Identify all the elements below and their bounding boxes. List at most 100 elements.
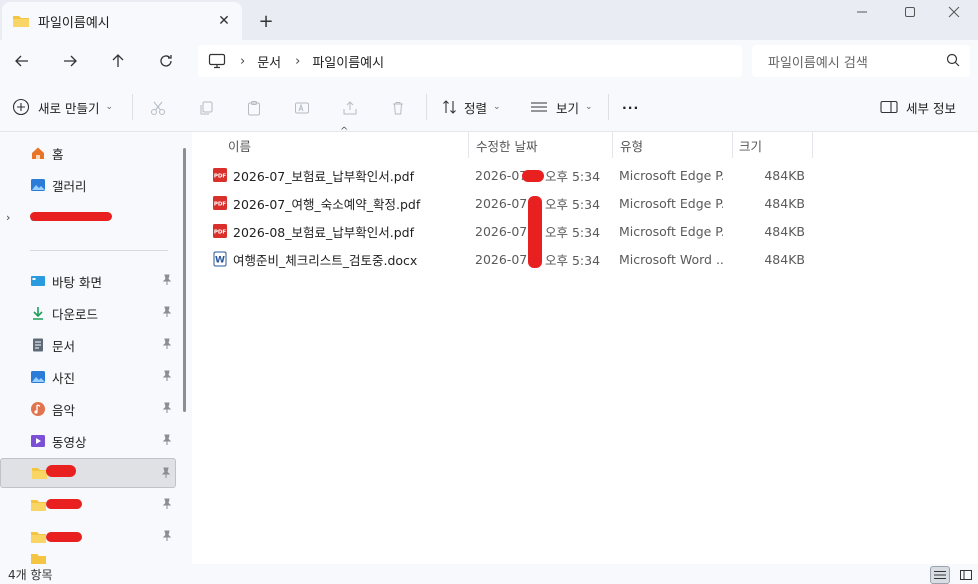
file-type: Microsoft Edge P... [619,195,723,211]
tab-active[interactable]: 파일이름예시 ✕ [2,2,242,40]
folder-icon [30,529,46,545]
more-options-button[interactable]: ··· [622,96,639,118]
divider [608,94,609,120]
sort-icon [443,100,456,114]
file-size: 484KB [764,167,805,183]
column-divider[interactable] [468,132,469,158]
table-row[interactable]: W 여행준비_체크리스트_검토중.docx 2026-07 오후 5:34 Mi… [212,245,812,273]
copy-icon[interactable] [196,98,216,118]
folder-icon [30,497,46,513]
pin-icon[interactable] [162,338,172,353]
pin-icon[interactable] [162,434,172,449]
sidebar-item-downloads[interactable]: 다운로드 [0,298,176,328]
chevron-down-icon: ⌄ [493,102,501,112]
close-tab-icon[interactable]: ✕ [210,7,238,35]
pin-icon[interactable] [162,274,172,289]
folder-icon [13,16,29,27]
chevron-right-icon: › [295,53,301,69]
pin-icon[interactable] [162,306,172,321]
sort-button[interactable]: 정렬 ⌄ [442,96,501,118]
column-divider[interactable] [612,132,613,158]
file-type: Microsoft Edge P... [619,223,723,239]
column-header-name[interactable]: 이름 [228,132,468,158]
breadcrumb-current-folder[interactable]: 파일이름예시 [312,52,384,71]
share-icon[interactable] [340,98,360,118]
redaction-mark [46,499,82,509]
close-icon [948,6,960,18]
search-input[interactable]: 파일이름예시 검색 [752,45,970,77]
file-name: 2026-07_여행_숙소예약_확정.pdf [233,196,421,212]
table-row[interactable]: PDF 2026-07_여행_숙소예약_확정.pdf 2026-07 오후 5:… [212,189,812,217]
address-bar: › 문서 › 파일이름예시 파일이름예시 검색 [0,40,978,82]
back-button[interactable] [6,46,38,76]
sidebar-item-desktop[interactable]: 바탕 화면 [0,266,176,296]
table-row[interactable]: PDF 2026-08_보험료_납부확인서.pdf 2026-07 오후 5:3… [212,217,812,245]
sidebar-item-music[interactable]: 음악 [0,394,176,424]
paste-icon[interactable] [244,98,264,118]
pdf-file-icon: PDF [213,168,227,182]
file-date: 2026-07 [475,195,528,211]
up-button[interactable] [102,46,134,76]
divider [426,94,427,120]
table-row[interactable]: PDF 2026-07_보험료_납부확인서.pdf 2026-07 오후 5:3… [212,161,812,189]
sidebar-item-folder-selected[interactable] [0,458,176,488]
column-header-date[interactable]: 수정한 날짜 [476,132,612,158]
pin-icon[interactable] [161,467,171,482]
pin-icon[interactable] [162,498,172,513]
sidebar-item-folder[interactable] [0,522,176,552]
rename-icon[interactable] [292,98,312,118]
sidebar-item-folder[interactable] [0,554,176,564]
file-size: 484KB [764,251,805,267]
column-header-size[interactable]: 크기 [739,132,811,158]
sidebar-item-videos[interactable]: 동영상 [0,426,176,456]
redaction-mark [46,465,76,477]
tab-title: 파일이름예시 [38,15,110,31]
videos-icon [30,433,46,449]
pin-icon[interactable] [162,370,172,385]
pin-icon[interactable] [162,530,172,545]
refresh-icon [160,55,172,67]
cut-icon[interactable] [148,98,168,118]
pin-icon[interactable] [162,402,172,417]
arrow-left-icon [15,55,28,67]
file-name: 2026-08_보험료_납부확인서.pdf [233,224,414,240]
breadcrumb-documents[interactable]: 문서 [257,52,281,71]
refresh-button[interactable] [150,46,182,76]
details-view-button[interactable] [930,566,950,584]
documents-icon [30,337,46,353]
plus-circle-icon [12,98,30,116]
redaction-mark [522,170,544,182]
svg-text:PDF: PDF [214,202,227,208]
download-icon [30,305,46,321]
new-tab-button[interactable]: + [252,8,280,34]
file-type: Microsoft Word ... [619,251,723,267]
details-label: 세부 정보 [906,100,956,116]
chevron-right-icon: › [240,53,246,69]
forward-button[interactable] [54,46,86,76]
sidebar-scrollbar[interactable] [183,148,186,412]
chevron-down-icon: ⌄ [585,102,593,112]
breadcrumb[interactable]: › 문서 › 파일이름예시 [198,45,742,77]
sidebar-item-pictures[interactable]: 사진 [0,362,176,392]
home-icon [30,145,46,161]
new-button[interactable]: 새로 만들기 ⌄ [12,96,113,118]
arrow-up-icon [112,54,124,67]
sidebar-item-documents[interactable]: 문서 [0,330,176,360]
minimize-button[interactable] [838,0,886,24]
divider [30,250,168,251]
column-divider[interactable] [732,132,733,158]
tiles-view-button[interactable] [956,566,976,584]
column-header-type[interactable]: 유형 [620,132,732,158]
close-window-button[interactable] [930,0,978,24]
sidebar-item-home[interactable]: 홈 [0,138,176,168]
redaction-mark [46,532,82,542]
sidebar-item-gallery[interactable]: 갤러리 [0,170,176,200]
details-pane-button[interactable]: 세부 정보 [880,96,956,118]
maximize-button[interactable] [886,0,934,24]
view-button[interactable]: 보기 ⌄ [530,96,593,118]
delete-icon[interactable] [388,98,408,118]
sidebar-item-folder[interactable] [0,490,176,520]
column-divider[interactable] [812,132,813,158]
sidebar-item-label: 다운로드 [52,306,99,322]
file-type: Microsoft Edge P... [619,167,723,183]
